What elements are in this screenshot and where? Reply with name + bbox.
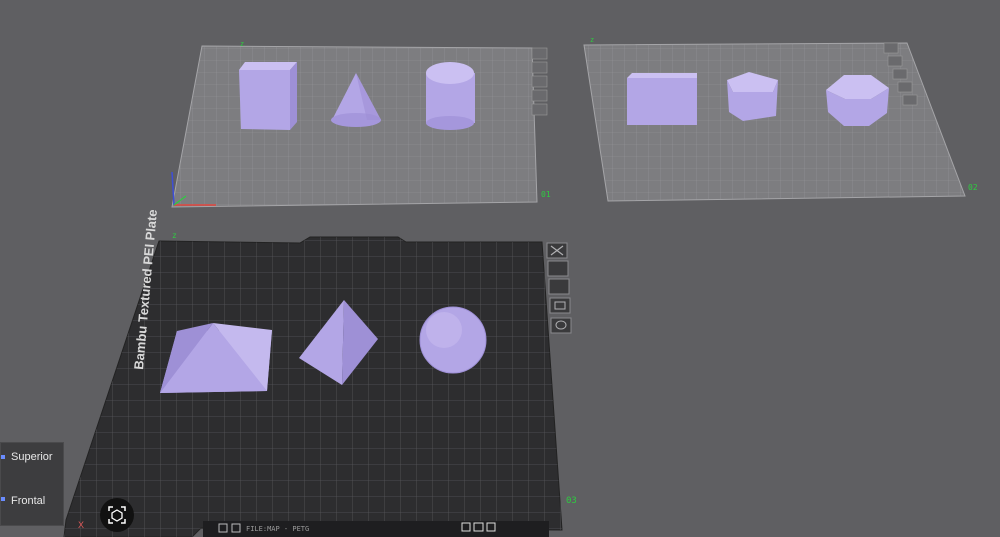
close-icon (883, 42, 899, 54)
camera-icon (108, 506, 126, 524)
auto-orient-icon (531, 61, 548, 74)
plate-1[interactable]: z 01 (171, 40, 551, 208)
arrange-icon (531, 75, 548, 88)
plate-origin-label: z (590, 36, 594, 44)
settings-icon (550, 317, 572, 334)
square-pyramid-object[interactable] (160, 323, 272, 393)
settings-icon (902, 94, 918, 106)
3d-viewport[interactable]: z 01 z 02 z 03 Bambu Textured PEI Plate … (0, 0, 1000, 537)
plate-3-number: 03 (566, 496, 577, 506)
plate-1-toolbar[interactable] (531, 47, 548, 116)
lock-icon (549, 297, 571, 314)
close-icon (531, 47, 548, 60)
camera-button[interactable] (100, 498, 134, 532)
axis-x-label: X (78, 520, 85, 530)
bottom-bar[interactable]: FILE:MAP - PETG (203, 521, 549, 537)
cylinder-object[interactable] (426, 62, 475, 130)
plate-origin-label: z (240, 40, 244, 48)
sphere-object[interactable] (419, 306, 487, 374)
bottom-bar-text: FILE:MAP - PETG (246, 525, 309, 533)
pentagonal-prism-object[interactable] (727, 72, 778, 121)
view-frontal[interactable]: Frontal (11, 495, 45, 507)
plate-origin-label: z (172, 231, 177, 240)
arrange-icon (548, 278, 570, 295)
cube-object[interactable] (239, 62, 297, 130)
lock-icon (897, 81, 913, 93)
view-orientation-panel[interactable]: Superior Frontal (0, 442, 64, 526)
auto-orient-icon (547, 260, 569, 277)
hexagonal-prism-object[interactable] (826, 75, 889, 126)
plate-3[interactable]: z 03 Bambu Textured PEI Plate FILE:MAP -… (63, 209, 577, 537)
plate-1-number: 01 (541, 190, 551, 199)
view-marker-icon (1, 497, 5, 501)
settings-icon (531, 103, 548, 116)
auto-orient-icon (887, 55, 903, 67)
plate-3-toolbar[interactable] (546, 242, 572, 334)
view-superior[interactable]: Superior (11, 451, 53, 463)
lock-icon (531, 89, 548, 102)
box-object[interactable] (627, 73, 697, 125)
arrange-icon (892, 68, 908, 80)
view-marker-icon (1, 455, 5, 459)
plate-2[interactable]: z 02 (583, 36, 978, 202)
plate-2-number: 02 (968, 183, 978, 192)
